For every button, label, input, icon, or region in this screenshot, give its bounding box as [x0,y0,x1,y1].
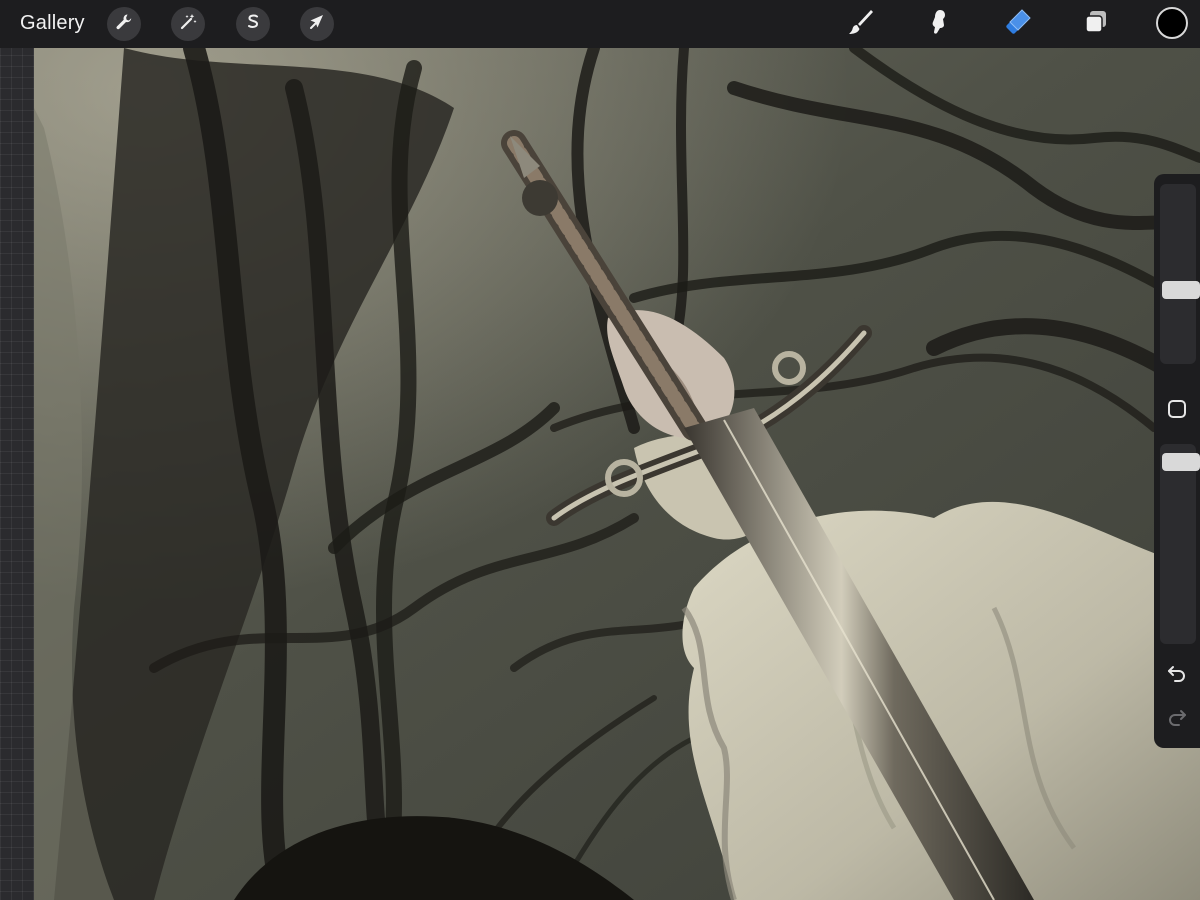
artwork-illustration [34,48,1200,900]
arrow-cursor-icon [307,12,327,37]
smudge-button[interactable] [920,6,956,42]
opacity-slider[interactable] [1160,444,1200,644]
procreate-app: Gallery [0,0,1200,900]
layers-button[interactable] [1078,6,1114,42]
gallery-button[interactable]: Gallery [20,12,85,35]
wrench-icon [114,12,134,37]
top-toolbar: Gallery [0,0,1200,48]
redo-icon [1166,706,1188,733]
selection-s-icon [243,12,263,37]
brush-icon [846,7,876,42]
paint-brush-button[interactable] [843,6,879,42]
adjustments-button[interactable] [171,7,205,41]
undo-button[interactable] [1164,662,1190,688]
redo-button[interactable] [1164,706,1190,732]
magic-wand-icon [178,12,198,37]
brush-size-thumb[interactable] [1162,281,1200,300]
opacity-thumb[interactable] [1162,453,1200,472]
color-picker-swatch[interactable] [1156,7,1188,39]
brush-sidebar [1154,174,1200,748]
drawing-canvas[interactable] [34,48,1200,900]
transform-button[interactable] [300,7,334,41]
selection-button[interactable] [236,7,270,41]
eraser-icon [1003,7,1033,42]
layers-icon [1082,8,1110,41]
eraser-button[interactable] [1000,6,1036,42]
brush-size-slider[interactable] [1160,184,1200,364]
actions-button[interactable] [107,7,141,41]
square-icon [1167,399,1187,424]
smudge-icon [923,7,953,42]
undo-icon [1166,662,1188,689]
modify-button[interactable] [1166,399,1188,424]
